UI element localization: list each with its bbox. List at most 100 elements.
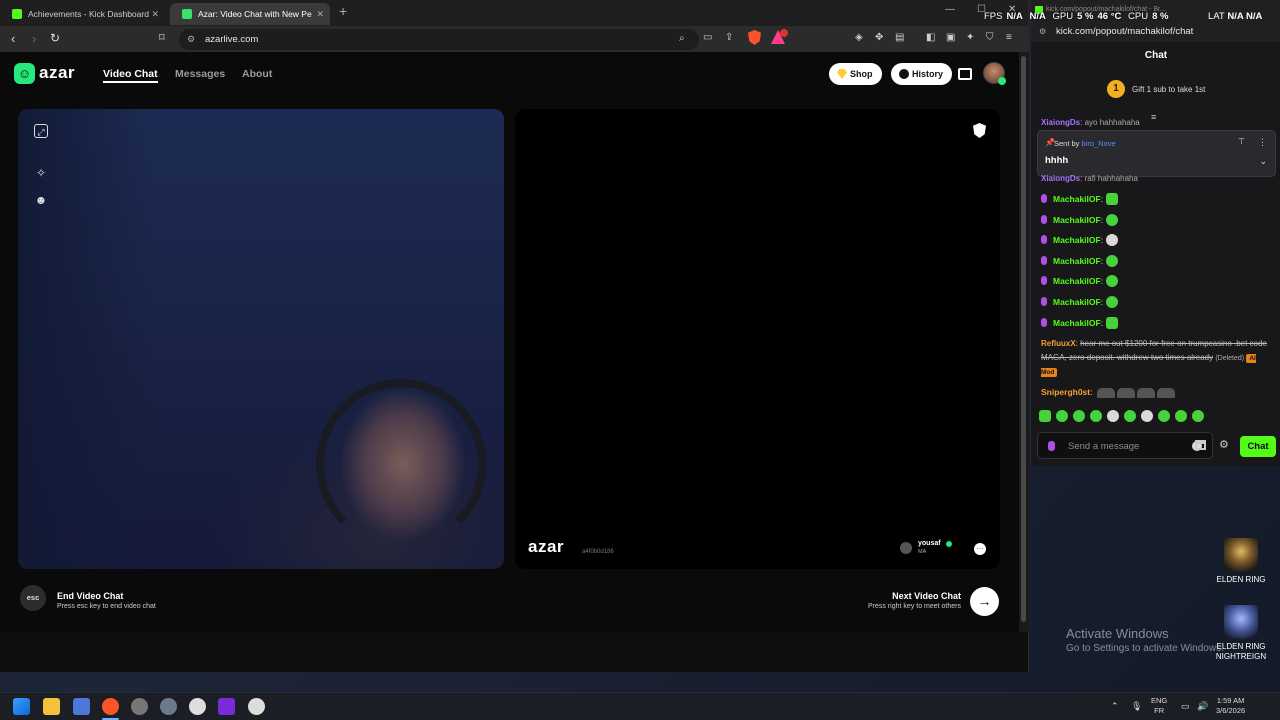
emote-icon[interactable] [1039, 410, 1051, 422]
leo-ai-icon[interactable]: ✦ [966, 32, 974, 43]
wallet-icon[interactable]: ▤ [895, 32, 904, 43]
sidebar-icon[interactable]: ◧ [926, 32, 935, 43]
chat-url[interactable]: kick.com/popout/machakilof/chat [1056, 26, 1193, 37]
chat-username[interactable]: MachakilOF [1053, 256, 1101, 266]
end-video-chat-title[interactable]: End Video Chat [57, 591, 123, 601]
vpn-icon[interactable]: ◈ [855, 32, 863, 43]
emote-icon [1106, 296, 1119, 308]
chat-username[interactable]: XiaiongDs [1041, 174, 1080, 183]
gear-icon[interactable]: ⚙ [1219, 438, 1229, 451]
chevron-down-icon[interactable]: ⌄ [1259, 156, 1267, 167]
language-indicator[interactable]: ENG FR [1151, 696, 1167, 716]
chat-username[interactable]: Snipergh0st [1041, 387, 1090, 397]
esc-key-badge[interactable]: esc [20, 585, 46, 611]
microphone-icon[interactable]: 🎙 [1131, 701, 1142, 712]
address-bar[interactable]: ⚙ azarlive.com ⌕ [179, 29, 699, 50]
nzxt-cam-icon[interactable] [218, 698, 235, 715]
site-info-icon[interactable]: ⚙ [1039, 27, 1046, 36]
clock[interactable]: 1:59 AM 3/6/2026 [1216, 696, 1245, 716]
logitech-ghub-icon[interactable] [189, 698, 206, 715]
emote-icon[interactable] [1192, 410, 1204, 422]
nav-about[interactable]: About [242, 68, 272, 80]
page-scrollbar[interactable] [1019, 52, 1029, 632]
brave-shields-icon[interactable] [748, 30, 761, 45]
brave-browser-icon[interactable] [102, 698, 119, 715]
nav-video-chat[interactable]: Video Chat [103, 68, 158, 83]
peer-user-info[interactable]: yousaf MA [900, 540, 956, 556]
chat-username[interactable]: MachakilOF [1053, 235, 1101, 245]
close-icon[interactable]: ✕ [151, 3, 159, 25]
chat-username[interactable]: MachakilOF [1053, 297, 1101, 307]
cast-icon[interactable]: ▭ [703, 32, 712, 43]
chat-username[interactable]: MachakilOF [1053, 194, 1101, 204]
minimize-icon[interactable]: — [945, 4, 955, 15]
emote-icon[interactable] [1090, 410, 1102, 422]
next-video-chat-title[interactable]: Next Video Chat [892, 591, 961, 601]
forward-icon[interactable]: › [32, 31, 36, 46]
site-info-icon[interactable]: ⚙ [187, 34, 195, 45]
pinned-message[interactable]: 📌 Sent by biro_Nove hhhh ⊤ ⋮ ⌄ [1037, 130, 1276, 177]
steam-icon[interactable] [160, 698, 177, 715]
reload-icon[interactable]: ↻ [50, 31, 60, 45]
store-app-icon[interactable] [73, 698, 90, 715]
volume-icon[interactable]: 🔊 [1197, 701, 1208, 712]
store-icon[interactable] [1195, 440, 1206, 450]
chat-username[interactable]: MachakilOF [1053, 276, 1101, 286]
windows-start-icon[interactable] [13, 698, 30, 715]
scrollbar-thumb[interactable] [1021, 56, 1026, 622]
new-tab-button[interactable]: + [339, 3, 347, 19]
share-icon[interactable]: ⇪ [725, 32, 733, 43]
file-explorer-icon[interactable] [43, 698, 60, 715]
lat-value: N/A [1227, 11, 1244, 22]
zoom-icon[interactable]: ⌕ [679, 33, 685, 44]
shield-icon[interactable]: ⛉ [986, 32, 994, 43]
back-icon[interactable]: ‹ [11, 31, 15, 46]
tab-kick-dashboard[interactable]: Achievements - Kick Dashboard ✕ [0, 3, 165, 25]
history-button[interactable]: History [891, 63, 953, 85]
tab-azar[interactable]: Azar: Video Chat with New Pe ✕ [170, 3, 330, 25]
azar-logo[interactable]: ☺ azar [14, 62, 75, 84]
menu-icon[interactable]: ≡ [1006, 32, 1012, 43]
chevron-up-icon[interactable]: ⌃ [1111, 701, 1119, 712]
face-filter-icon[interactable]: ☻ [34, 193, 48, 207]
more-options-icon[interactable]: … [974, 543, 986, 555]
unpin-icon[interactable]: ⊤ [1238, 137, 1245, 146]
emote-icon[interactable] [1124, 410, 1136, 422]
chat-send-button[interactable]: Chat [1240, 436, 1276, 457]
chat-message: MachakilOF: [1041, 234, 1119, 248]
logitech-ghub-icon[interactable] [248, 698, 265, 715]
shop-button[interactable]: Shop [829, 63, 882, 85]
emote-icon[interactable] [1175, 410, 1187, 422]
magic-wand-icon[interactable]: ✧ [34, 166, 48, 180]
filter-icon[interactable]: ≡ [1151, 112, 1156, 122]
chat-username[interactable]: RefluuxX [1041, 339, 1076, 348]
chat-address-bar[interactable]: ⚙ kick.com/popout/machakilof/chat [1031, 22, 1280, 42]
report-shield-icon[interactable] [973, 123, 986, 138]
profile-avatar[interactable] [983, 62, 1006, 85]
bookmark-icon[interactable]: ⌑ [159, 31, 165, 44]
url-text[interactable]: azarlive.com [205, 29, 258, 50]
emote-icon[interactable] [1158, 410, 1170, 422]
chat-username[interactable]: XiaiongDs [1041, 118, 1080, 127]
expand-icon[interactable]: ⤢ [34, 124, 48, 138]
chat-message-input[interactable] [1068, 437, 1178, 455]
chat-username[interactable]: MachakilOF [1053, 318, 1101, 328]
browser-app-icon[interactable] [131, 698, 148, 715]
emote-icon[interactable] [1107, 410, 1119, 422]
chat-input-box[interactable] [1037, 432, 1213, 459]
pinned-username[interactable]: biro_Nove [1082, 139, 1116, 148]
next-arrow-button[interactable]: → [970, 587, 999, 616]
emote-icon[interactable] [1141, 410, 1153, 422]
gift-banner[interactable]: 1 Gift 1 sub to take 1st [1031, 77, 1280, 103]
chat-username[interactable]: MachakilOF [1053, 215, 1101, 225]
more-vertical-icon[interactable]: ⋮ [1258, 137, 1267, 148]
nav-messages[interactable]: Messages [175, 68, 225, 80]
network-icon[interactable]: ▭ [1181, 701, 1190, 712]
elden-ring-shortcut[interactable]: ELDEN RING [1211, 538, 1271, 585]
close-icon[interactable]: ✕ [316, 3, 324, 25]
inbox-icon[interactable] [958, 68, 972, 80]
reading-list-icon[interactable]: ▣ [946, 32, 955, 43]
extensions-icon[interactable]: ✥ [875, 32, 883, 43]
emote-icon[interactable] [1073, 410, 1085, 422]
emote-icon[interactable] [1056, 410, 1068, 422]
